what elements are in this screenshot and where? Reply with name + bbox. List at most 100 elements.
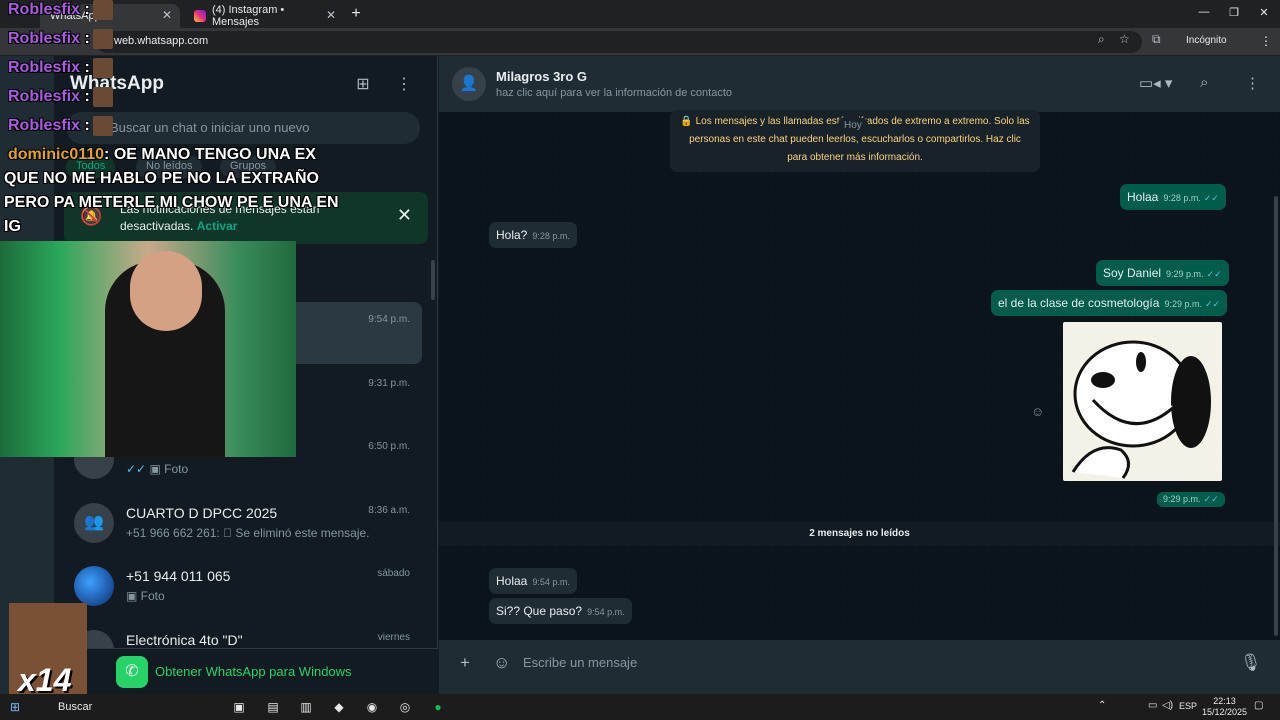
enable-notifications-link[interactable]: Activar [197, 219, 238, 233]
taskbar-search[interactable]: Buscar [34, 697, 222, 717]
address-bar: web.whatsapp.com ⌕ ☆ ⧉ Incógnito ⋮ [0, 28, 1280, 56]
chat-name: CUARTO D DPCC 2025 [126, 505, 278, 521]
search-icon[interactable]: ⌕ [1200, 74, 1208, 91]
instagram-icon [194, 10, 206, 22]
chat-time: 8:36 a.m. [368, 505, 410, 516]
message-in[interactable]: Si?? Que paso? 9:54 p.m. [489, 598, 632, 624]
message-out[interactable]: Soy Daniel 9:29 p.m. ✓✓ [1096, 260, 1229, 286]
network-icon[interactable]: ▭ [1148, 700, 1157, 711]
overlay-chat-line: Roblesfix : [8, 116, 113, 136]
overlay-chat-line: Roblesfix : [8, 0, 113, 20]
language-indicator[interactable]: ESP [1179, 701, 1197, 711]
chrome-icon[interactable]: ◉ [363, 698, 381, 716]
group-avatar-icon: 👥 [74, 503, 114, 543]
day-label: Hoy [838, 118, 868, 133]
chat-list-item[interactable]: +51 944 011 065 ▣ Foto sábado [54, 556, 438, 618]
unread-divider: 2 mensajes no leídos [439, 522, 1280, 546]
tab-label: (4) Instagram • Mensajes [211, 4, 285, 28]
clock[interactable]: 22:13 15/12/2025 [1202, 696, 1247, 718]
tab-instagram[interactable]: (4) Instagram • Mensajes ✕ [184, 4, 344, 28]
new-tab-button[interactable]: + [346, 4, 366, 24]
react-emoji-icon[interactable]: ☺ [1031, 404, 1044, 419]
message-input[interactable]: Escribe un mensaje [523, 652, 1223, 674]
chat-time: 9:31 p.m. [368, 378, 410, 389]
overlay-chat-line: QUE NO ME HABLO PE NO LA EXTRAÑO [4, 170, 319, 187]
new-chat-icon[interactable]: ⊞ [352, 74, 374, 96]
minimize-button[interactable]: — [1192, 6, 1216, 18]
windows-taskbar: ⊞ Buscar ▣ ▤ ▥ ◆ ◉ ◎ ● ⌃ ▭ ◁) ESP 22:13 … [0, 694, 1280, 720]
emote-icon [92, 29, 113, 49]
contact-avatar-icon[interactable]: 👤 [452, 67, 486, 101]
close-tab-icon[interactable]: ✕ [162, 8, 172, 22]
snoopy-sticker [1071, 340, 1211, 479]
search-input[interactable]: Buscar un chat o iniciar uno nuevo [66, 112, 420, 144]
chat-time: 6:50 p.m. [368, 441, 410, 452]
contact-name[interactable]: Milagros 3ro G [496, 69, 587, 84]
message-out[interactable]: el de la clase de cosmetología 9:29 p.m. ✓… [991, 290, 1228, 316]
chat-list-item[interactable]: 👥 CUARTO D DPCC 2025 +51 966 662 261: ⃠ … [54, 493, 438, 555]
restore-button[interactable]: ❐ [1222, 6, 1246, 19]
streamer-face [130, 251, 202, 331]
notifications-icon[interactable]: ▢ [1254, 700, 1263, 711]
menu-icon[interactable]: ⋮ [393, 74, 415, 96]
whatsapp-logo-icon: ✆ [116, 656, 148, 688]
message-out[interactable]: Holaa 9:28 p.m. ✓✓ [1120, 184, 1226, 210]
contact-info-hint[interactable]: haz clic aquí para ver la información de… [496, 87, 732, 99]
task-view-icon[interactable]: ▣ [230, 698, 248, 716]
overlay-chat-line: Roblesfix : [8, 58, 113, 78]
extensions-icon[interactable]: ⧉ [1152, 32, 1161, 47]
spotify-icon[interactable]: ● [429, 698, 447, 716]
zoom-icon[interactable]: ⌕ [1098, 32, 1105, 47]
conversation-pane: 👤 Milagros 3ro G haz clic aquí para ver … [439, 56, 1280, 694]
chat-list-item[interactable]: Electrónica 4to "D" viernes [54, 620, 438, 648]
chat-list-scrollbar[interactable] [431, 260, 435, 300]
emote-icon [92, 58, 113, 78]
close-icon[interactable]: ✕ [397, 205, 412, 226]
overlay-chat-line: dominic0110: OE MANO TENGO UNA EX [8, 146, 316, 163]
chat-time: sábado [377, 568, 410, 579]
chat-time: 9:54 p.m. [368, 314, 410, 325]
chat-name: Electrónica 4to "D" [126, 632, 243, 648]
menu-icon[interactable]: ⋮ [1245, 74, 1260, 92]
message-composer: + ☺ Escribe un mensaje 🎙 [439, 640, 1280, 694]
get-app-banner[interactable]: ✆ Obtener WhatsApp para Windows [54, 648, 438, 694]
overlay-chat-line: IG [4, 218, 21, 235]
emote-icon [92, 87, 113, 107]
chat-preview: ▣ Foto [126, 589, 165, 603]
screen: WhatsApp ✕ (4) Instagram • Mensajes ✕ + … [0, 0, 1280, 720]
chat-name: +51 944 011 065 [126, 568, 231, 584]
get-app-text[interactable]: Obtener WhatsApp para Windows [155, 664, 352, 679]
emote-icon [92, 116, 113, 136]
chat-preview: +51 966 662 261: ⃠ Se eliminó este mensa… [126, 526, 370, 540]
url-field[interactable]: web.whatsapp.com [96, 31, 1142, 53]
conversation-scrollbar[interactable] [1274, 196, 1278, 636]
windows-start-icon[interactable]: ⊞ [10, 700, 20, 714]
sticker-image[interactable] [1063, 322, 1222, 481]
browser-menu-icon[interactable]: ⋮ [1260, 34, 1272, 48]
close-window-button[interactable]: ✕ [1252, 6, 1276, 19]
chat-preview: ✓✓ ▣ Foto [126, 462, 189, 476]
tray-overflow-icon[interactable]: ⌃ [1098, 700, 1106, 711]
incognito-badge[interactable]: Incógnito [1186, 35, 1227, 46]
overlay-chat-line: Roblesfix : [8, 87, 113, 107]
emoji-sticker-icon[interactable]: ☺ [493, 653, 510, 673]
message-in[interactable]: Hola? 9:28 p.m. [489, 222, 577, 248]
avatar [74, 566, 114, 606]
close-tab-icon[interactable]: ✕ [326, 8, 336, 22]
url-text: web.whatsapp.com [114, 35, 209, 47]
message-in[interactable]: Holaa 9:54 p.m. [489, 568, 577, 594]
webcam-feed [0, 241, 296, 457]
chat-time: viernes [377, 632, 410, 643]
notepad-icon[interactable]: ▥ [297, 698, 315, 716]
obs-icon[interactable]: ◎ [396, 698, 414, 716]
bookmark-star-icon[interactable]: ☆ [1119, 32, 1130, 46]
video-call-icon[interactable]: ▭◂ ▾ [1139, 74, 1172, 92]
overlay-chat-line: Roblesfix : [8, 29, 113, 49]
file-explorer-icon[interactable]: ▤ [264, 698, 282, 716]
volume-icon[interactable]: ◁) [1162, 700, 1173, 711]
app-icon[interactable]: ◆ [330, 698, 348, 716]
microphone-icon[interactable]: 🎙 [1240, 653, 1262, 673]
conversation-header[interactable]: 👤 Milagros 3ro G haz clic aquí para ver … [439, 56, 1280, 112]
attach-plus-icon[interactable]: + [460, 653, 470, 673]
sticker-timestamp: 9:29 p.m. ✓✓ [1157, 492, 1225, 507]
